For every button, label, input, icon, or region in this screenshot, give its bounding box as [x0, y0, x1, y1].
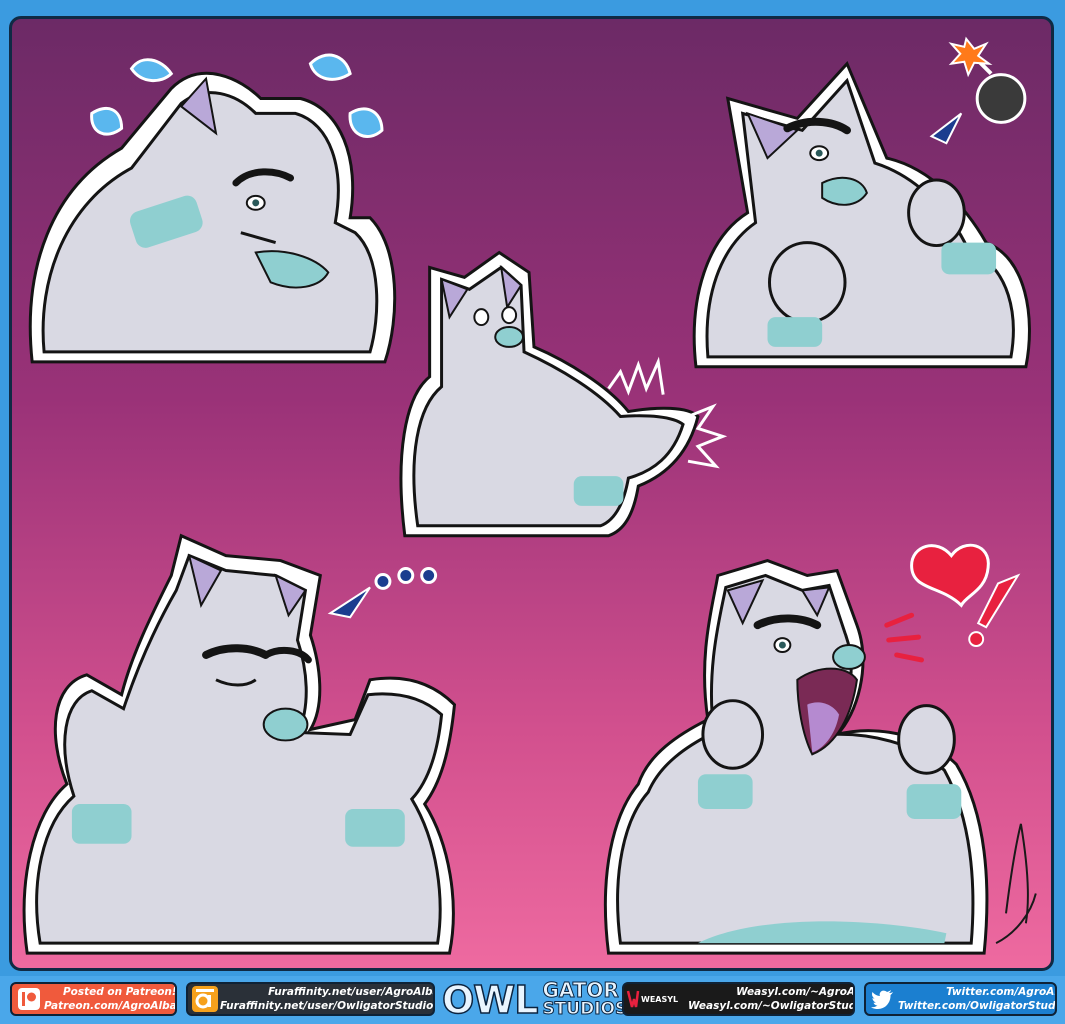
owligator-studios-logo: OWL GATOR STUDIOS	[441, 977, 627, 1023]
furaffinity-line-1: Furaffinity.net/user/AgroAlba	[268, 986, 435, 998]
weasyl-icon: WEASYL	[626, 984, 688, 1014]
logo-stack: GATOR STUDIOS	[542, 978, 628, 1020]
logo-gator: GATOR	[542, 978, 619, 1002]
furaffinity-line-2: Furaffinity.net/user/OwligatorStudios	[220, 1000, 435, 1012]
bomb-icon	[975, 73, 1027, 124]
twitter-text: Twitter.com/AgroAlba Twitter.com/Owligat…	[898, 985, 1057, 1013]
artist-signature	[995, 823, 1037, 945]
twitter-line-1: Twitter.com/AgroAlba	[946, 986, 1055, 998]
sweat-drop-3	[90, 107, 124, 136]
sticker-sheet-art	[22, 36, 1037, 955]
sticker-angry-fist-bomb	[692, 36, 1031, 369]
weasyl-line-1: Weasyl.com/~AgroAlba	[736, 986, 855, 998]
heart-icon	[910, 543, 990, 608]
sweat-drop-2	[308, 53, 352, 81]
patreon-icon	[14, 984, 44, 1014]
patreon-text: Posted on Patreon! Patreon.com/AgroAlba	[44, 985, 177, 1013]
furaffinity-icon	[190, 984, 220, 1014]
twitter-badge[interactable]: Twitter.com/AgroAlba Twitter.com/Owligat…	[864, 982, 1057, 1016]
sweat-drop-1	[129, 58, 174, 82]
patreon-line-2: Patreon.com/AgroAlba	[44, 1000, 177, 1012]
twitter-bird-icon	[868, 984, 898, 1014]
sweat-drop-4	[348, 107, 384, 138]
weasyl-word: WEASYL	[641, 994, 679, 1004]
ellipsis-dot-1	[374, 572, 392, 590]
sticker-excited-heart	[603, 543, 1021, 955]
sticker-clapping	[399, 250, 728, 538]
logo-studios: STUDIOS	[542, 999, 628, 1019]
footer-bar: Posted on Patreon! Patreon.com/AgroAlba …	[0, 976, 1065, 1024]
weasyl-line-2: Weasyl.com/~OwligatorStudios	[688, 1000, 855, 1012]
weasyl-badge[interactable]: WEASYL Weasyl.com/~AgroAlba Weasyl.com/~…	[622, 982, 855, 1016]
sticker-shrug-ellipsis	[22, 533, 457, 955]
sticker-sheet-frame	[9, 16, 1054, 971]
sticker-nervous-sweating	[28, 53, 397, 364]
ellipsis-dot-2	[397, 567, 415, 584]
patreon-line-1: Posted on Patreon!	[62, 986, 177, 998]
patreon-badge[interactable]: Posted on Patreon! Patreon.com/AgroAlba	[10, 982, 177, 1016]
furaffinity-badge[interactable]: Furaffinity.net/user/AgroAlba Furaffinit…	[186, 982, 435, 1016]
furaffinity-text: Furaffinity.net/user/AgroAlba Furaffinit…	[220, 985, 435, 1013]
ellipsis-dot-3	[420, 567, 438, 584]
weasyl-text: Weasyl.com/~AgroAlba Weasyl.com/~Owligat…	[688, 985, 855, 1013]
logo-owl: OWL	[441, 977, 539, 1023]
twitter-line-2: Twitter.com/OwligatorStudios	[898, 1000, 1057, 1012]
